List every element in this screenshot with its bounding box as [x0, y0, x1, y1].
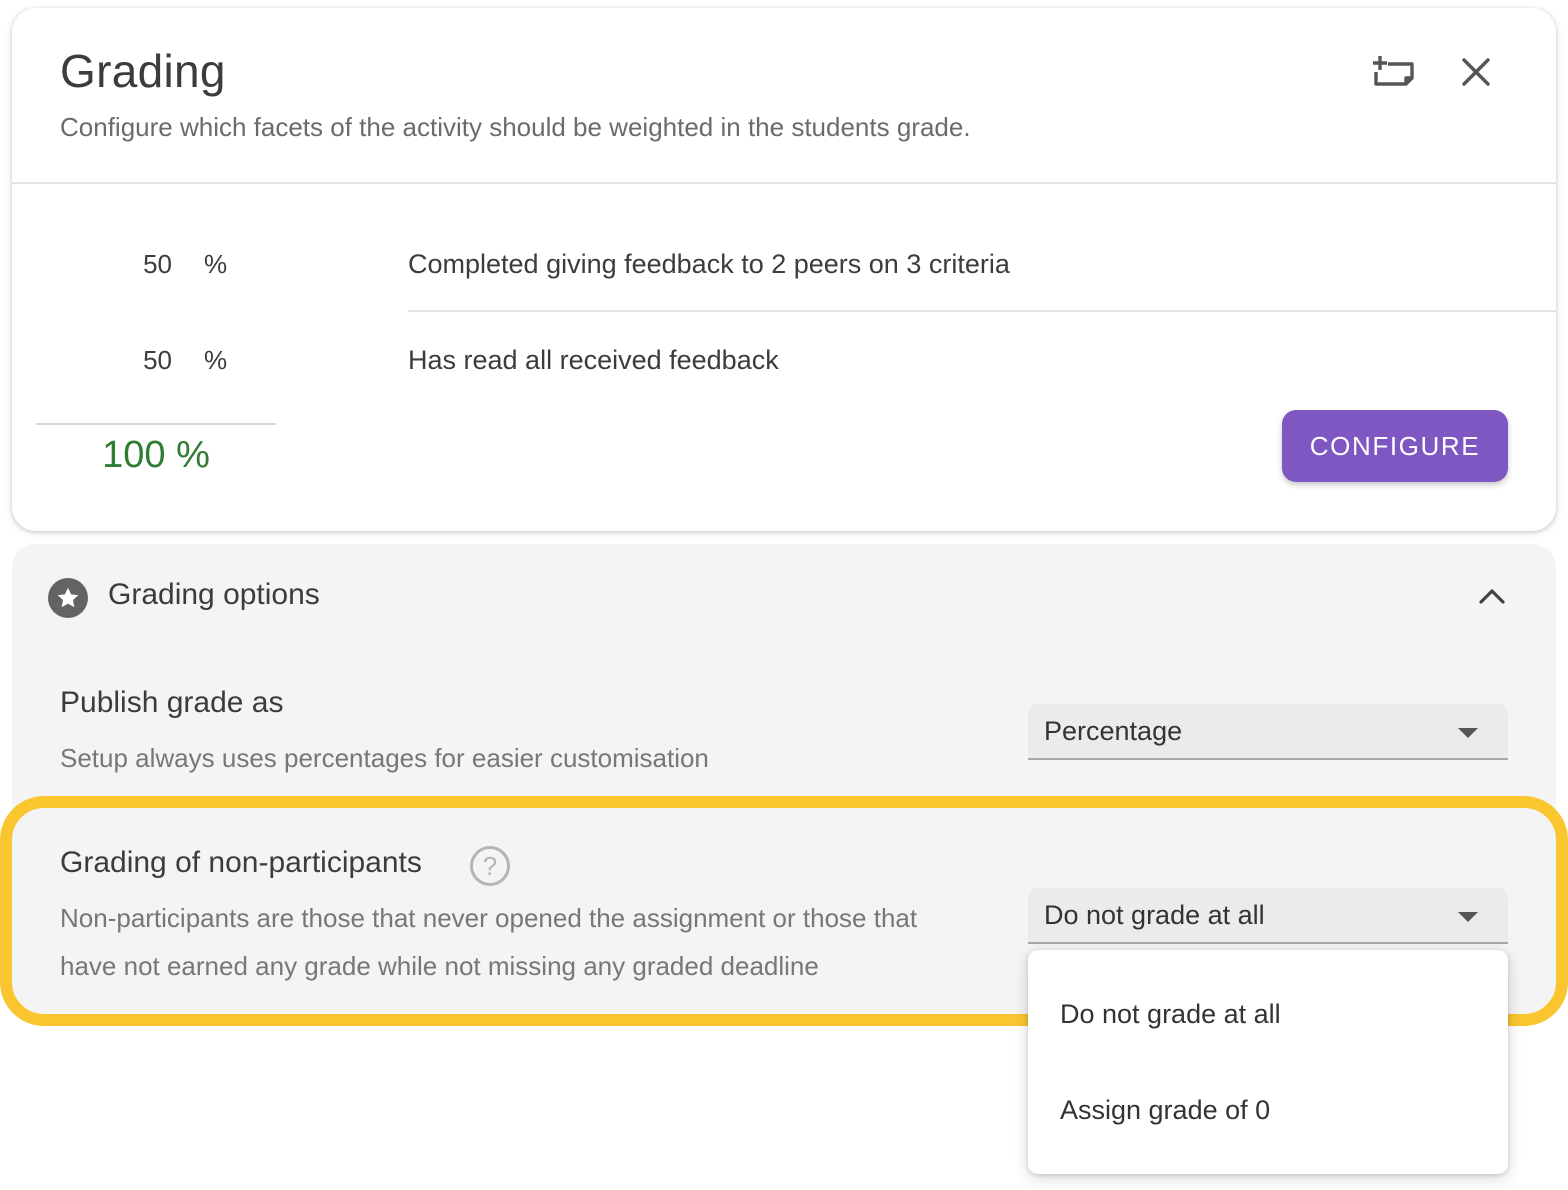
weight-label: Completed giving feedback to 2 peers on …	[408, 249, 1010, 279]
publish-grade-select[interactable]: Percentage	[1028, 704, 1508, 760]
header-divider	[12, 182, 1556, 184]
non-participants-title: Grading of non-participants	[60, 846, 422, 879]
non-participants-value: Do not grade at all	[1044, 900, 1265, 930]
weight-label: Has read all received feedback	[408, 345, 779, 375]
close-button[interactable]	[1448, 44, 1504, 100]
add-note-icon	[1373, 56, 1414, 86]
publish-grade-description: Setup always uses percentages for easier…	[60, 743, 709, 773]
caret-down-icon	[1458, 912, 1478, 922]
non-participants-description: Non-participants are those that never op…	[60, 894, 917, 990]
total-divider	[36, 423, 276, 425]
non-participants-select[interactable]: Do not grade at all	[1028, 888, 1508, 944]
grading-options-title: Grading options	[108, 578, 320, 611]
help-icon[interactable]: ?	[470, 846, 510, 886]
non-participants-description-line: Non-participants are those that never op…	[60, 903, 918, 933]
total-percentage: 100 %	[102, 434, 210, 476]
menu-item-assign-zero[interactable]: Assign grade of 0	[1028, 1062, 1508, 1158]
grading-options-panel: Grading options Publish grade as Setup a…	[12, 544, 1556, 1014]
publish-grade-value: Percentage	[1044, 716, 1183, 746]
star-icon	[48, 578, 88, 618]
non-participants-menu: Do not grade at all Assign grade of 0	[1028, 950, 1508, 1174]
weight-row: 50 % Has read all received feedback	[12, 331, 1556, 391]
non-participants-description-line: have not earned any grade while not miss…	[60, 951, 819, 981]
weight-row: 50 % Completed giving feedback to 2 peer…	[12, 235, 1556, 295]
weight-value[interactable]: 50	[112, 249, 172, 280]
weight-value[interactable]: 50	[112, 345, 172, 376]
add-note-button[interactable]	[1366, 44, 1422, 100]
chevron-up-icon	[1479, 589, 1505, 604]
publish-grade-title: Publish grade as	[60, 686, 284, 719]
caret-down-icon	[1458, 728, 1478, 738]
row-divider	[408, 310, 1556, 312]
close-icon	[1462, 58, 1490, 86]
configure-button[interactable]: CONFIGURE	[1282, 410, 1508, 482]
collapse-button[interactable]	[1470, 574, 1514, 618]
page-title: Grading	[60, 45, 226, 97]
page-subtitle: Configure which facets of the activity s…	[60, 112, 971, 142]
weight-unit: %	[204, 249, 228, 279]
weight-unit: %	[204, 345, 228, 375]
menu-item-do-not-grade[interactable]: Do not grade at all	[1028, 966, 1508, 1062]
grading-card: Grading Configure which facets of the ac…	[12, 8, 1556, 531]
grading-options-header[interactable]: Grading options	[12, 544, 1556, 648]
